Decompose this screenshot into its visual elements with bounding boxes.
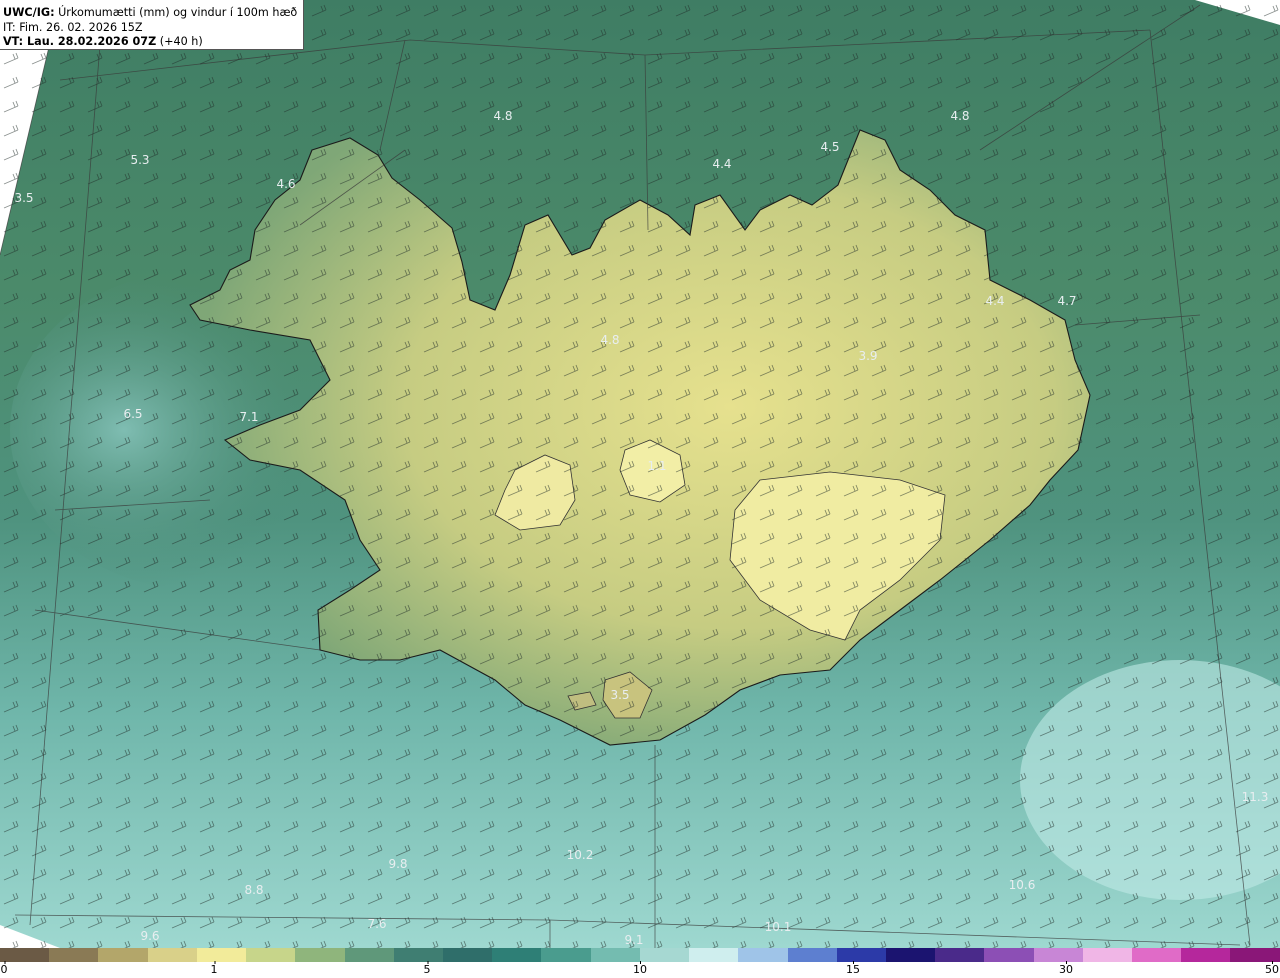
colorbar-tick-label: 15 xyxy=(846,961,860,976)
colorbar-segment xyxy=(1033,948,1083,962)
map-canvas xyxy=(0,0,1280,948)
forecast-map: 4.8 4.8 5.3 3.5 4.6 4.4 4.5 4.8 3.9 4.4 4.7 6.5 7.1 1… xyxy=(0,0,1280,948)
colorbar-tick-label: 0 xyxy=(0,961,8,976)
value-label-westfjords: 4.6 xyxy=(276,177,296,191)
colorbar-segment xyxy=(1132,948,1182,962)
value-label-south-sea-5: 9.6 xyxy=(140,929,160,943)
value-label-far-southeast: 11.3 xyxy=(1241,790,1269,804)
colorbar xyxy=(0,948,1280,962)
colorbar-segment xyxy=(98,948,148,962)
colorbar-tick-label: 30 xyxy=(1059,961,1073,976)
value-label-north-sea: 4.8 xyxy=(493,109,513,123)
colorbar-segment xyxy=(442,948,493,962)
value-label-myrdalsjokull: 3.5 xyxy=(610,688,630,702)
colorbar-segment xyxy=(147,948,197,962)
colorbar-segment xyxy=(738,948,788,962)
colorbar-segment xyxy=(590,948,640,962)
colorbar-segment xyxy=(689,948,739,962)
init-time: IT: Fim. 26. 02. 2026 15Z xyxy=(3,20,143,34)
colorbar-segment xyxy=(393,948,443,962)
value-label-south-sea-7: 9.1 xyxy=(624,933,644,947)
colorbar-segment xyxy=(984,948,1034,962)
wind-barbs xyxy=(0,0,1280,948)
colorbar-tick-label: 10 xyxy=(633,961,647,976)
model-name: UWC/IG: xyxy=(3,6,55,19)
colorbar-segment xyxy=(639,948,690,962)
valid-time-line: VT: Lau. 28.02.2026 07Z (+40 h) xyxy=(3,35,303,50)
colorbar-segment xyxy=(295,948,345,962)
value-label-south-sea-3: 8.8 xyxy=(244,883,264,897)
colorbar-segment xyxy=(1230,948,1280,962)
forecast-info-box: UWC/IG: Úrkomumætti (mm) og vindur í 100… xyxy=(0,0,304,50)
colorbar-tick-label: 1 xyxy=(210,961,218,976)
value-label-southeast-sea: 10.6 xyxy=(1008,878,1036,892)
valid-time: VT: Lau. 28.02.2026 07Z xyxy=(3,35,157,48)
value-label-south-sea-1: 9.8 xyxy=(388,857,408,871)
value-label-northeast-sea: 4.8 xyxy=(950,109,970,123)
colorbar-segment xyxy=(344,948,394,962)
colorbar-segment xyxy=(196,948,247,962)
value-label-east: 4.4 xyxy=(985,294,1005,308)
colorbar-segment xyxy=(1181,948,1231,962)
value-label-northeast: 4.5 xyxy=(820,140,840,154)
colorbar-ticks: 0 1 5 10 15 30 50 xyxy=(0,961,1280,978)
value-label-northeast-highland: 3.9 xyxy=(858,349,878,363)
colorbar-tick-label: 5 xyxy=(423,961,431,976)
value-label-hofsjokull: 1.1 xyxy=(647,459,667,473)
value-label-east-coast: 4.7 xyxy=(1057,294,1077,308)
colorbar-segment xyxy=(1082,948,1133,962)
colorbar-segment xyxy=(492,948,542,962)
valid-time-offset: (+40 h) xyxy=(159,35,203,48)
value-label-north: 4.4 xyxy=(712,157,732,171)
colorbar-segment xyxy=(787,948,837,962)
value-label-northwest-sea: 5.3 xyxy=(130,153,150,167)
colorbar-segment xyxy=(0,948,50,962)
colorbar-segment xyxy=(885,948,936,962)
colorbar-segment xyxy=(541,948,591,962)
title-line: UWC/IG: Úrkomumætti (mm) og vindur í 100… xyxy=(3,6,303,21)
value-label-south-sea-2: 10.2 xyxy=(566,848,594,862)
colorbar-segment xyxy=(836,948,886,962)
value-label-west-sea: 6.5 xyxy=(123,407,143,421)
value-label-snaefellsnes: 7.1 xyxy=(239,410,259,424)
map-title: Úrkomumætti (mm) og vindur í 100m hæð xyxy=(58,6,298,19)
value-label-south-sea-4: 7.6 xyxy=(367,917,387,931)
value-label-south-sea-6: 10.1 xyxy=(764,920,792,934)
colorbar-segment xyxy=(246,948,296,962)
value-label-central-north: 4.8 xyxy=(600,333,620,347)
value-label-far-west: 3.5 xyxy=(14,191,34,205)
colorbar-segment xyxy=(49,948,99,962)
colorbar-tick-label: 50 xyxy=(1265,961,1279,976)
colorbar-segment xyxy=(935,948,985,962)
